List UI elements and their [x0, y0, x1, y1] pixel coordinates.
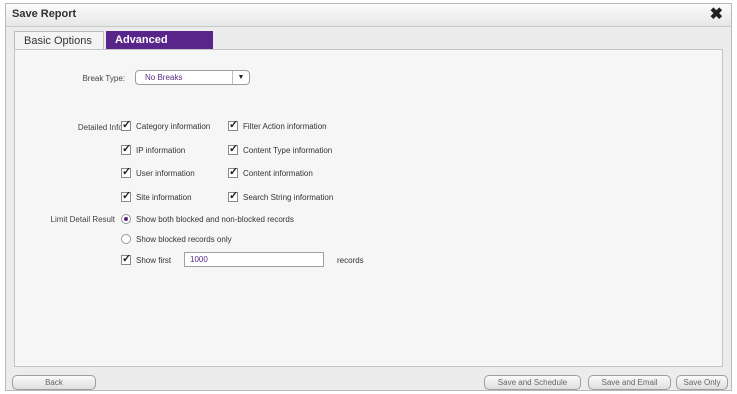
show-blocked-only-radio[interactable]: [121, 234, 131, 244]
save-report-dialog: Save Report ✖ Basic Options Advanced Opt…: [5, 3, 732, 391]
detailed-info-label: Detailed Info:: [77, 123, 125, 132]
close-icon[interactable]: ✖: [710, 5, 723, 25]
checkmark-icon: ✓: [122, 166, 132, 178]
save-and-schedule-button[interactable]: Save and Schedule: [484, 375, 581, 390]
radio-selected-dot: [124, 217, 128, 221]
dropdown-arrow-icon[interactable]: ▼: [232, 71, 249, 84]
filter-action-info-label: Filter Action information: [243, 122, 327, 131]
filter-action-info-checkbox[interactable]: ✓: [228, 119, 239, 131]
break-type-value: No Breaks: [145, 73, 183, 82]
category-info-label: Category information: [136, 122, 211, 131]
back-button[interactable]: Back: [12, 375, 96, 390]
show-first-label: Show first: [136, 256, 172, 265]
user-info-label: User information: [136, 169, 195, 178]
checkmark-icon: ✓: [122, 253, 132, 265]
user-info-checkbox[interactable]: ✓: [121, 166, 132, 178]
checkmark-icon: ✓: [122, 119, 132, 131]
search-string-info-label: Search String information: [243, 193, 334, 202]
tab-advanced-options[interactable]: Advanced Options: [106, 31, 213, 64]
ip-info-checkbox[interactable]: ✓: [121, 143, 132, 155]
category-info-checkbox[interactable]: ✓: [121, 119, 132, 131]
checkmark-icon: ✓: [229, 119, 239, 131]
show-blocked-only-label: Show blocked records only: [136, 235, 232, 244]
limit-detail-label: Limit Detail Result: [50, 215, 115, 224]
content-info-label: Content information: [243, 169, 313, 178]
title-bar: Save Report ✖: [6, 4, 731, 27]
search-string-info-checkbox[interactable]: ✓: [228, 190, 239, 202]
show-both-radio[interactable]: [121, 214, 131, 224]
save-only-button[interactable]: Save Only: [676, 375, 728, 390]
site-info-checkbox[interactable]: ✓: [121, 190, 132, 202]
records-label: records: [337, 256, 364, 265]
ip-info-label: IP information: [136, 146, 186, 155]
save-and-email-button[interactable]: Save and Email: [588, 375, 671, 390]
content-type-info-checkbox[interactable]: ✓: [228, 143, 239, 155]
show-first-checkbox[interactable]: ✓: [121, 253, 132, 265]
show-first-count-input[interactable]: 1000: [184, 252, 324, 267]
show-both-label: Show both blocked and non-blocked record…: [136, 215, 294, 224]
site-info-label: Site information: [136, 193, 192, 202]
checkmark-icon: ✓: [122, 190, 132, 202]
tab-basic-options[interactable]: Basic Options: [14, 31, 104, 49]
checkmark-icon: ✓: [229, 143, 239, 155]
advanced-options-panel: Break Type: No Breaks ▼ Detailed Info: ✓…: [14, 49, 723, 367]
break-type-select[interactable]: No Breaks ▼: [135, 70, 250, 85]
dialog-title: Save Report: [12, 8, 77, 20]
checkmark-icon: ✓: [122, 143, 132, 155]
content-type-info-label: Content Type information: [243, 146, 333, 155]
break-type-label: Break Type:: [82, 74, 125, 83]
content-info-checkbox[interactable]: ✓: [228, 166, 239, 178]
checkmark-icon: ✓: [229, 190, 239, 202]
checkmark-icon: ✓: [229, 166, 239, 178]
